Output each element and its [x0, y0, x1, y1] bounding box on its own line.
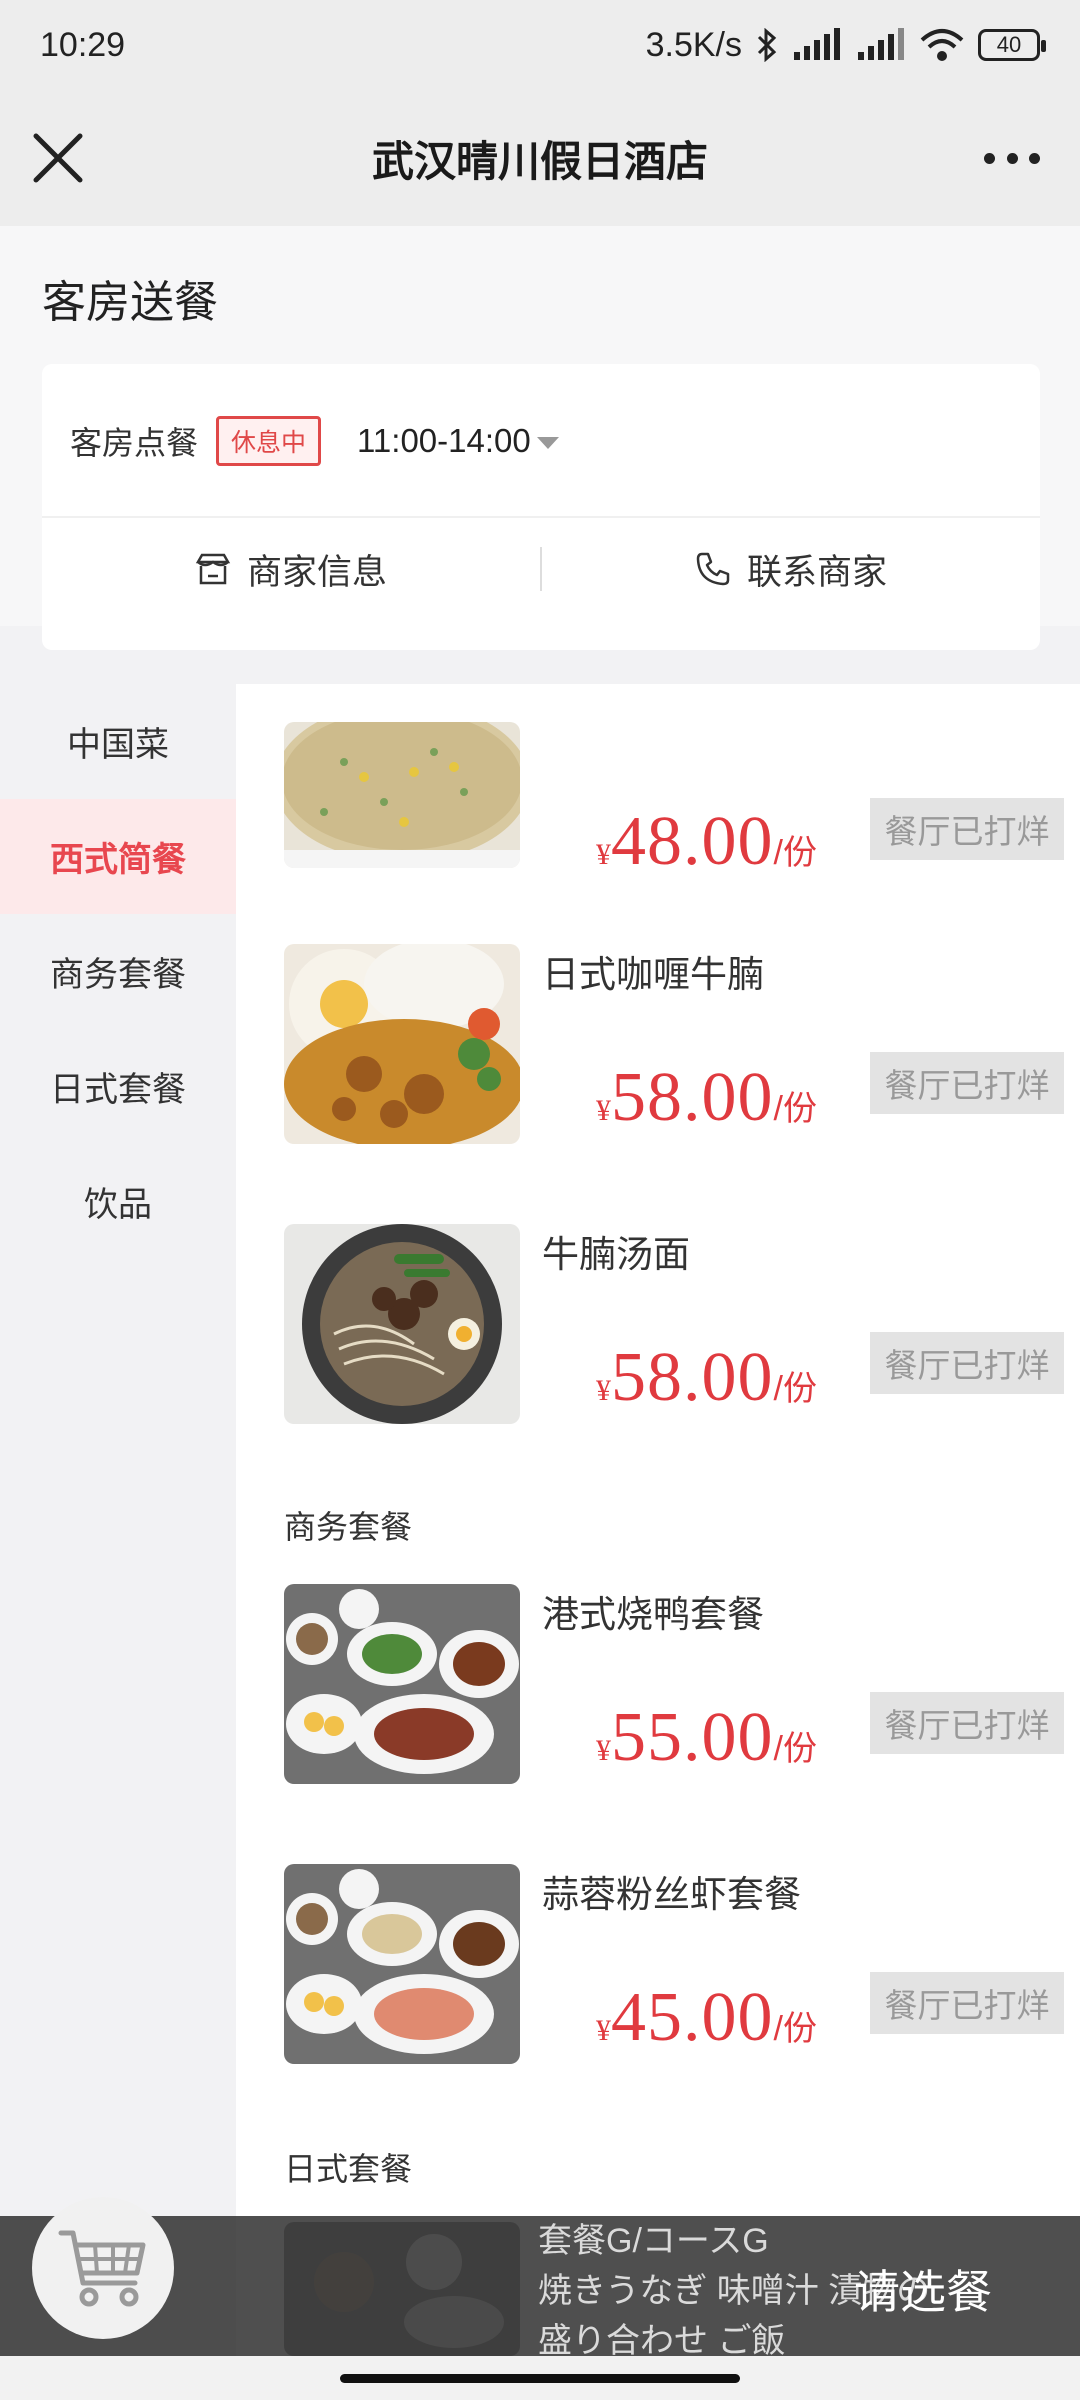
item-name: 港式烧鸭套餐	[542, 1594, 764, 1635]
group-label-business: 商务套餐	[284, 1509, 413, 1545]
card-actions: 商家信息 联系商家	[42, 518, 1040, 620]
menu-item[interactable]: 蒜蓉粉丝虾套餐 ¥45.00/份 餐厅已打烊	[284, 1864, 1080, 2064]
battery-icon: 40	[978, 29, 1046, 61]
close-icon[interactable]	[30, 130, 86, 186]
merchant-info-button[interactable]: 商家信息	[42, 544, 540, 595]
dish-image	[284, 1584, 520, 1784]
menu-item[interactable]: 日式咖喱牛腩 ¥58.00/份 餐厅已打烊	[284, 944, 1080, 1144]
contact-merchant-button[interactable]: 联系商家	[542, 544, 1040, 595]
battery-level: 40	[996, 32, 1022, 57]
item-name: 日式咖喱牛腩	[542, 954, 764, 995]
phone-icon	[696, 552, 730, 586]
section-title: 客房送餐	[42, 278, 218, 327]
item-name: 蒜蓉粉丝虾套餐	[542, 1874, 801, 1915]
more-icon[interactable]	[984, 148, 1040, 168]
signal-icon-2	[858, 28, 904, 60]
closed-button: 餐厅已打烊	[870, 798, 1064, 860]
item-price: ¥48.00/份	[596, 803, 817, 880]
dish-image	[284, 1864, 520, 2064]
category-western[interactable]: 西式简餐	[0, 799, 236, 914]
signal-icon	[794, 28, 840, 60]
bluetooth-icon	[757, 28, 777, 62]
closed-button: 餐厅已打烊	[870, 1332, 1064, 1394]
select-meal-label[interactable]: 请选餐	[854, 2256, 992, 2322]
service-card: 客房点餐 休息中 11:00-14:00 商家信息 联系商家	[42, 364, 1040, 650]
category-chinese[interactable]: 中国菜	[0, 684, 236, 799]
dish-image	[284, 1224, 520, 1424]
nav-bar: 武汉晴川假日酒店	[0, 90, 1080, 226]
group-label-japanese: 日式套餐	[284, 2151, 413, 2187]
closed-button: 餐厅已打烊	[870, 1692, 1064, 1754]
category-drinks[interactable]: 饮品	[0, 1144, 236, 1259]
net-speed: 3.5K/s	[645, 25, 742, 64]
status-indicators: 3.5K/s 40	[645, 25, 1046, 65]
cart-icon	[58, 2230, 146, 2307]
contact-label: 联系商家	[746, 552, 887, 592]
caret-down-icon	[536, 437, 559, 450]
wifi-icon	[920, 29, 964, 61]
menu-item[interactable]: 牛腩汤面 ¥58.00/份 餐厅已打烊	[284, 1224, 1080, 1424]
category-japanese[interactable]: 日式套餐	[0, 1029, 236, 1144]
dish-image	[284, 722, 520, 868]
dish-image	[284, 944, 520, 1144]
item-price: ¥55.00/份	[596, 1699, 817, 1776]
item-name: 牛腩汤面	[542, 1234, 690, 1275]
home-indicator[interactable]	[340, 2374, 740, 2383]
status-badge: 休息中	[216, 416, 322, 466]
service-name: 客房点餐	[70, 425, 199, 461]
store-icon	[195, 553, 231, 585]
store-header: 客房送餐 客房点餐 休息中 11:00-14:00 商家信息 联系商家	[0, 226, 1080, 650]
closed-button: 餐厅已打烊	[870, 1052, 1064, 1114]
status-time: 10:29	[40, 25, 126, 64]
page-title: 武汉晴川假日酒店	[371, 137, 708, 185]
merchant-info-label: 商家信息	[246, 552, 387, 592]
status-bar: 10:29 3.5K/s 40	[0, 0, 1080, 90]
category-business[interactable]: 商务套餐	[0, 914, 236, 1029]
menu-list: ¥48.00/份 餐厅已打烊 日式咖喱牛腩 ¥58.00/份 餐厅已打烊 牛腩汤…	[236, 684, 1080, 2400]
hours-text: 11:00-14:00	[357, 422, 531, 459]
service-hours[interactable]: 11:00-14:00	[357, 422, 559, 460]
item-price: ¥45.00/份	[596, 1979, 817, 2056]
menu-item[interactable]: 港式烧鸭套餐 ¥55.00/份 餐厅已打烊	[284, 1584, 1080, 1784]
closed-button: 餐厅已打烊	[870, 1972, 1064, 2034]
service-row: 客房点餐 休息中 11:00-14:00	[70, 416, 559, 466]
cart-button[interactable]	[32, 2197, 174, 2339]
item-price: ¥58.00/份	[596, 1339, 817, 1416]
menu-item[interactable]: ¥48.00/份 餐厅已打烊	[284, 722, 1080, 880]
category-sidebar: 中国菜 西式简餐 商务套餐 日式套餐 饮品	[0, 684, 236, 2400]
item-price: ¥58.00/份	[596, 1059, 817, 1136]
